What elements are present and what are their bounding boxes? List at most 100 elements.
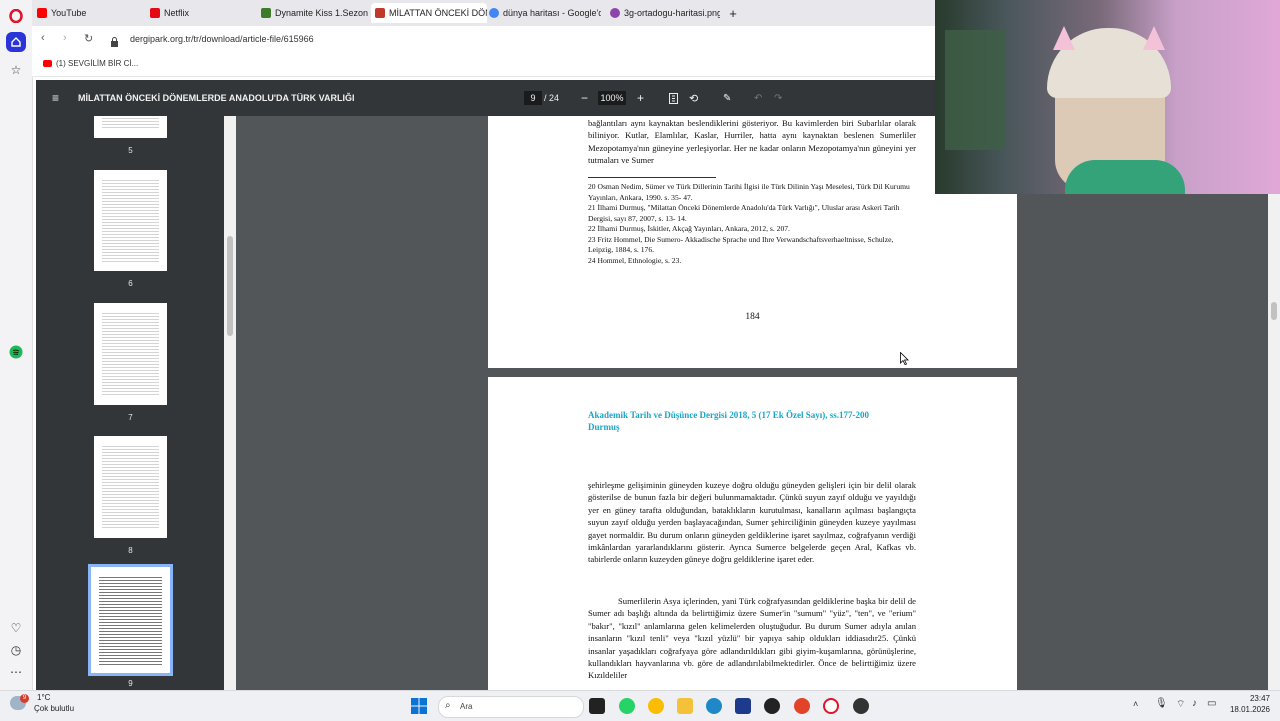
- edge-icon[interactable]: [706, 698, 722, 714]
- cat-ear-headphone-icon: [1143, 26, 1165, 50]
- back-icon[interactable]: ‹: [41, 32, 45, 44]
- scrollbar-thumb[interactable]: [1271, 302, 1277, 320]
- weather-desc: Çok bulutlu: [34, 704, 75, 713]
- tab-netflix[interactable]: Netflix: [150, 3, 258, 23]
- scrollbar-thumb[interactable]: [227, 236, 233, 336]
- thumbnail-page[interactable]: [94, 170, 167, 271]
- chrome-icon[interactable]: [648, 698, 664, 714]
- forward-icon[interactable]: ›: [63, 32, 67, 44]
- app-icon[interactable]: [853, 698, 869, 714]
- clock-time[interactable]: 23:47: [1232, 694, 1270, 703]
- search-icon: ⌕: [445, 700, 451, 711]
- author-name: Durmuş: [588, 422, 620, 432]
- paragraph: Sumerlilerin Asya içlerinden, yani Türk …: [588, 596, 916, 681]
- clock-date[interactable]: 18.01.2026: [1222, 705, 1270, 714]
- page-number-footer: 184: [745, 312, 760, 322]
- tab-label: YouTube: [51, 8, 87, 18]
- thumbnail-page[interactable]: [94, 303, 167, 405]
- history-icon[interactable]: ◷: [6, 640, 26, 660]
- footnote: 20 Osman Nedim, Sümer ve Türk Dillerinin…: [588, 182, 910, 202]
- tab-label: Dynamite Kiss 1.Sezon 14: [275, 8, 371, 18]
- url-field[interactable]: dergipark.org.tr/tr/download/article-fil…: [130, 34, 314, 44]
- spotify-icon[interactable]: [6, 342, 26, 362]
- bookmark-label: (1) SEVGİLİM BİR Cİ...: [56, 59, 139, 68]
- pdf-page-9: Akademik Tarih ve Düşünce Dergisi 2018, …: [488, 377, 1017, 690]
- address-bar: ‹ › ↻ dergipark.org.tr/tr/download/artic…: [32, 26, 935, 55]
- footnote: 21 İlhami Durmuş, "Milattan Önceki Dönem…: [588, 203, 900, 223]
- weather-temp: 1°C: [37, 693, 51, 702]
- thumbnail-page-selected[interactable]: [91, 567, 170, 673]
- opera-sidebar: ☆ ♡ ◷ ⋯: [0, 0, 33, 690]
- fit-page-icon[interactable]: [669, 80, 678, 116]
- youtube-icon: [43, 60, 52, 67]
- thumbnail-text: [102, 178, 159, 263]
- tab-pdf-active[interactable]: MİLATTAN ÖNCEKİ DÖNE: [371, 3, 487, 23]
- zoom-in-button[interactable]: +: [637, 80, 644, 116]
- footnote: 24 Hommel, Ethnologie, s. 23.: [588, 255, 682, 265]
- footnote-rule: [588, 177, 716, 178]
- heart-icon[interactable]: ♡: [6, 618, 26, 638]
- whatsapp-icon[interactable]: [619, 698, 635, 714]
- undo-icon[interactable]: ↶: [754, 80, 762, 116]
- thumbnail-text: [102, 444, 159, 530]
- thumbnail-label: 6: [128, 279, 133, 288]
- opera-taskbar-icon[interactable]: [823, 698, 839, 714]
- page-total: / 24: [544, 93, 560, 103]
- menu-icon[interactable]: ≡: [52, 80, 59, 116]
- annotate-icon[interactable]: ✎: [723, 80, 731, 116]
- file-explorer-icon[interactable]: [677, 698, 693, 714]
- wifi-icon[interactable]: ⌔: [1176, 698, 1185, 711]
- star-icon[interactable]: ☆: [6, 60, 26, 80]
- tab-label: 3g-ortadogu-haritasi.png: [624, 8, 720, 18]
- footnote: 22 İlhami Durmuş, İskitler, Akçağ Yayınl…: [588, 224, 790, 233]
- journal-header: Akademik Tarih ve Düşünce Dergisi 2018, …: [588, 410, 870, 420]
- paragraph: şehirleşme gelişiminin güneyden kuzeye d…: [588, 480, 916, 565]
- image-icon: [610, 8, 620, 18]
- chevron-up-icon[interactable]: ˄: [1133, 699, 1138, 709]
- taskbar-search[interactable]: ⌕ Ara: [438, 696, 584, 718]
- document-title: MİLATTAN ÖNCEKİ DÖNEMLERDE ANADOLU'DA TÜ…: [78, 93, 355, 103]
- search-placeholder: Ara: [460, 702, 473, 711]
- paragraph: bağlantıları aynı kaynaktan beslendikler…: [588, 118, 916, 166]
- battery-icon[interactable]: ▭: [1207, 698, 1216, 709]
- mouse-cursor-icon: [900, 351, 909, 370]
- opera-logo-icon[interactable]: [6, 6, 26, 26]
- pdf-viewer[interactable]: bağlantıları aynı kaynaktan beslendikler…: [236, 116, 1268, 690]
- background-shelf: [945, 30, 1005, 150]
- page-number-input[interactable]: 9: [524, 91, 542, 105]
- google-icon: [489, 8, 499, 18]
- viewer-scrollbar[interactable]: [1268, 116, 1280, 690]
- bookmark-item[interactable]: (1) SEVGİLİM BİR Cİ...: [43, 59, 138, 68]
- windows-taskbar: 9 1°C Çok bulutlu ⌕ Ara ˄ 🎙 ⌔ ♪ ▭ 23:47 …: [0, 690, 1280, 721]
- thumbnail-label: 9: [128, 679, 133, 688]
- tab-youtube[interactable]: YouTube: [37, 3, 147, 23]
- zoom-level-input[interactable]: 100%: [598, 91, 626, 105]
- tab-label: Netflix: [164, 8, 190, 18]
- thumbnail-label: 7: [128, 413, 133, 422]
- home-icon[interactable]: [6, 32, 26, 52]
- thumbnail-label: 8: [128, 546, 133, 555]
- thumbnail-page[interactable]: [94, 436, 167, 538]
- chatgpt-icon[interactable]: [764, 698, 780, 714]
- start-icon[interactable]: [411, 698, 427, 719]
- tab-dynamite-kiss[interactable]: Dynamite Kiss 1.Sezon 14: [261, 3, 371, 23]
- bookmarks-bar: (1) SEVGİLİM BİR Cİ...: [32, 54, 935, 77]
- thumbnail-page[interactable]: [94, 116, 167, 138]
- thumbnail-sidebar: 5 6 7 8 9: [36, 116, 224, 690]
- thumbnail-scrollbar[interactable]: [224, 116, 236, 690]
- new-tab-button[interactable]: +: [726, 3, 740, 23]
- youtube-icon: [37, 8, 47, 18]
- task-view-icon[interactable]: [589, 698, 605, 714]
- footnotes: 20 Osman Nedim, Sümer ve Türk Dillerinin…: [588, 182, 916, 266]
- tab-image[interactable]: 3g-ortadogu-haritasi.png: [610, 3, 720, 23]
- rotate-icon[interactable]: ⟲: [689, 80, 698, 116]
- redo-icon[interactable]: ↷: [774, 80, 782, 116]
- reload-icon[interactable]: ↻: [84, 32, 93, 45]
- zoom-out-button[interactable]: −: [581, 80, 588, 116]
- volume-icon[interactable]: ♪: [1192, 698, 1197, 709]
- chrome-alt-icon[interactable]: [794, 698, 810, 714]
- tab-google[interactable]: dünya haritası - Google'd: [489, 3, 601, 23]
- microphone-icon[interactable]: 🎙: [1155, 698, 1168, 709]
- store-icon[interactable]: [735, 698, 751, 714]
- more-icon[interactable]: ⋯: [6, 662, 26, 682]
